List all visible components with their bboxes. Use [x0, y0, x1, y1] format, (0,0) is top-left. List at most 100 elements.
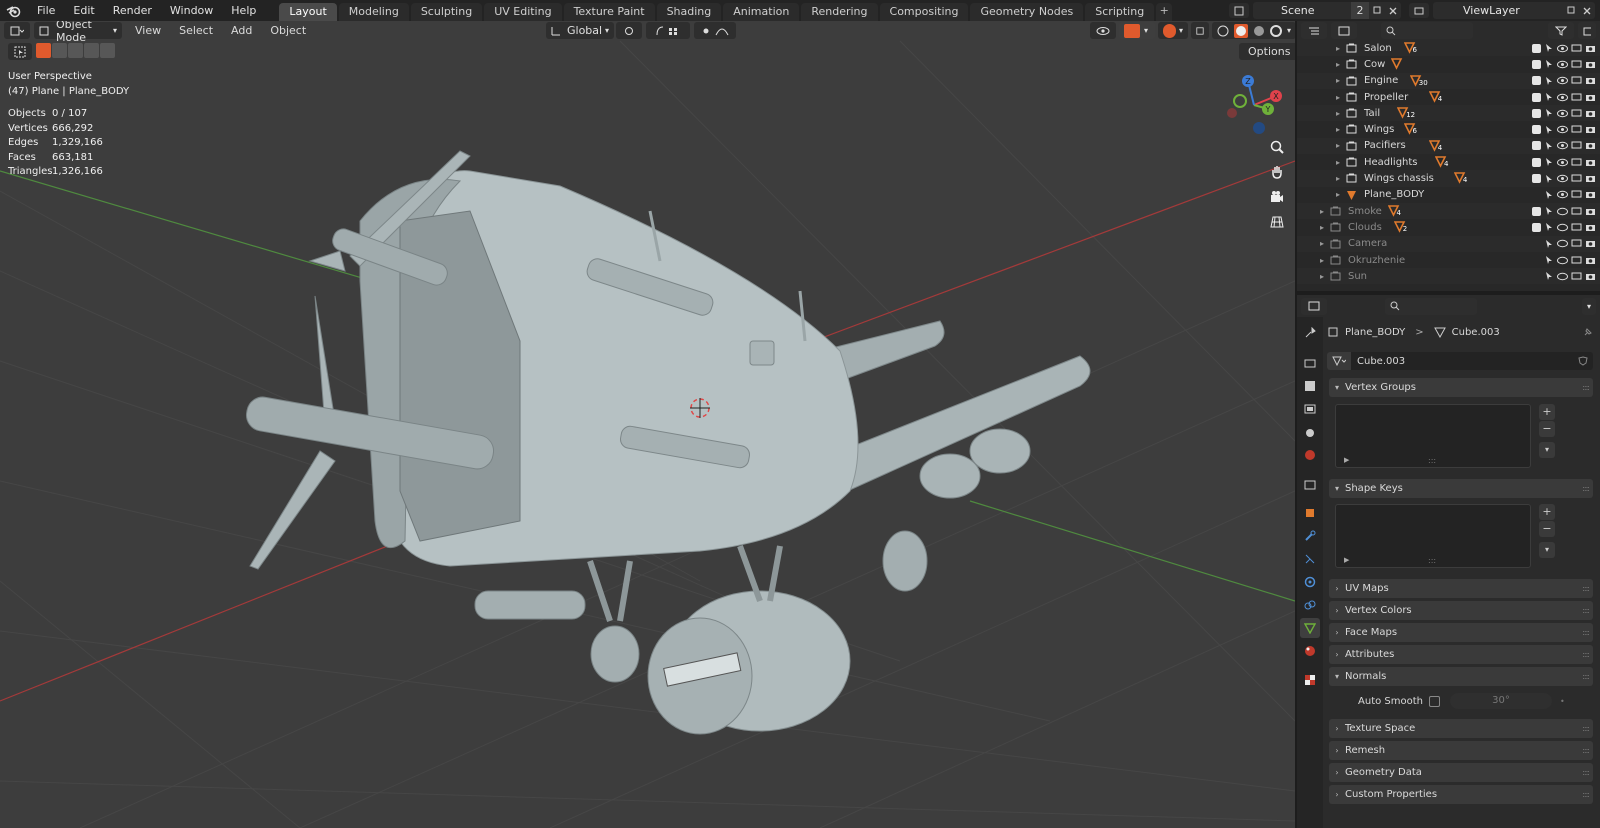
fake-user-shield-icon[interactable] [1573, 356, 1593, 366]
gizmo-neg-x[interactable] [1227, 108, 1237, 118]
gizmo-toggle-icon[interactable]: ▾ [1119, 22, 1155, 39]
exclude-checkbox[interactable] [1532, 222, 1541, 232]
select-tool-icon[interactable] [8, 43, 32, 60]
disclosure-triangle-icon[interactable]: ▸ [1317, 256, 1327, 265]
render-camera-icon[interactable] [1585, 76, 1596, 85]
solid-shading-icon[interactable] [1233, 23, 1248, 38]
chevron-down-icon[interactable]: ▾ [1539, 442, 1555, 458]
overlays-icon[interactable]: ▾ [1158, 22, 1188, 39]
render-camera-icon[interactable] [1585, 190, 1596, 199]
tab-rendering[interactable]: Rendering [801, 3, 878, 21]
selectable-arrow-icon[interactable] [1544, 43, 1554, 53]
output-tab-icon[interactable] [1300, 376, 1320, 396]
disclosure-triangle-icon[interactable]: ▸ [1333, 141, 1343, 150]
render-camera-icon[interactable] [1585, 207, 1596, 216]
eye-icon[interactable] [1557, 76, 1568, 85]
disclosure-triangle-icon[interactable]: ▸ [1317, 207, 1327, 216]
selectable-arrow-icon[interactable] [1544, 255, 1554, 265]
material-tab-icon[interactable] [1300, 641, 1320, 661]
render-camera-icon[interactable] [1585, 44, 1596, 53]
drag-handle-icon[interactable]: :::: [1582, 672, 1590, 681]
list-expand-icon[interactable]: ▶ [1344, 556, 1349, 564]
physics-tab-icon[interactable] [1300, 572, 1320, 592]
outliner-row[interactable]: ▸ Sun [1297, 268, 1600, 285]
drag-handle-icon[interactable]: :::: [1582, 606, 1590, 615]
panel-texture-space[interactable]: › Texture Space:::: [1329, 719, 1593, 738]
disclosure-triangle-icon[interactable]: ▸ [1333, 60, 1343, 69]
viewport-display-icon[interactable] [1571, 174, 1582, 183]
rendered-shading-icon[interactable] [1269, 24, 1282, 37]
outliner-item-name[interactable]: Cow [1364, 59, 1385, 70]
viewport-display-icon[interactable] [1571, 190, 1582, 199]
shape-keys-list[interactable]: ▶ ::: [1335, 504, 1531, 568]
select-new-icon[interactable] [36, 43, 51, 58]
render-camera-icon[interactable] [1585, 109, 1596, 118]
list-resize-handle-icon[interactable]: ::: [1428, 556, 1436, 565]
tab-texture-paint[interactable]: Texture Paint [563, 3, 655, 21]
panel-custom-properties[interactable]: › Custom Properties:::: [1329, 785, 1593, 804]
exclude-checkbox[interactable] [1532, 206, 1541, 216]
add-workspace-button[interactable]: + [1156, 3, 1173, 21]
blender-logo-icon[interactable] [0, 0, 28, 21]
menu-select[interactable]: Select [170, 21, 222, 40]
selectable-arrow-icon[interactable] [1544, 174, 1554, 184]
menu-file[interactable]: File [28, 0, 64, 21]
menu-edit[interactable]: Edit [64, 0, 103, 21]
chevron-down-icon[interactable]: ▾ [1539, 542, 1555, 558]
gizmo-neg-y[interactable] [1233, 94, 1247, 108]
collection-tab-icon[interactable] [1300, 475, 1320, 495]
close-icon[interactable] [1579, 7, 1595, 15]
mode-dropdown[interactable]: Object Mode ▾ [34, 21, 122, 44]
selectable-arrow-icon[interactable] [1544, 76, 1554, 86]
panel-uv-maps[interactable]: › UV Maps:::: [1329, 579, 1593, 598]
mesh-data-tab-icon[interactable] [1300, 618, 1320, 638]
outliner-item-name[interactable]: Propeller [1364, 92, 1408, 103]
camera-view-icon[interactable] [1266, 186, 1288, 208]
outliner-item-name[interactable]: Plane_BODY [1364, 189, 1424, 200]
disclosure-triangle-icon[interactable]: ▸ [1333, 158, 1343, 167]
viewport-display-icon[interactable] [1571, 44, 1582, 53]
panel-remesh[interactable]: › Remesh:::: [1329, 741, 1593, 760]
auto-smooth-checkbox[interactable] [1429, 695, 1440, 707]
menu-render[interactable]: Render [104, 0, 161, 21]
viewport-display-icon[interactable] [1571, 60, 1582, 69]
add-shape-key-button[interactable]: + [1539, 504, 1555, 520]
disclosure-triangle-icon[interactable]: ▸ [1317, 223, 1327, 232]
mesh-browse-icon[interactable] [1327, 352, 1351, 370]
eye-icon[interactable] [1557, 158, 1568, 167]
pivot-point-icon[interactable] [616, 22, 642, 39]
exclude-checkbox[interactable] [1532, 59, 1541, 69]
tool-tab-icon[interactable] [1300, 323, 1320, 343]
render-camera-icon[interactable] [1585, 93, 1596, 102]
proportional-editing-icon[interactable] [694, 22, 736, 39]
drag-handle-icon[interactable]: :::: [1582, 484, 1590, 493]
outliner-item-name[interactable]: Clouds [1348, 222, 1382, 233]
selectable-arrow-icon[interactable] [1544, 157, 1554, 167]
render-camera-icon[interactable] [1585, 239, 1596, 248]
outliner-row[interactable]: ▸ Pacifiers 4 [1297, 137, 1600, 155]
transform-orientation-dropdown[interactable]: Global ▾ [546, 22, 614, 39]
chevron-down-icon[interactable]: ▾ [1582, 297, 1596, 315]
drag-handle-icon[interactable]: :::: [1582, 768, 1590, 777]
drag-handle-icon[interactable]: :::: [1582, 584, 1590, 593]
tab-animation[interactable]: Animation [723, 3, 800, 21]
filter-icon[interactable] [1548, 22, 1574, 39]
navigation-gizmo[interactable]: X Y Z [1222, 73, 1286, 137]
exclude-checkbox[interactable] [1532, 174, 1541, 184]
panel-vertex-colors[interactable]: › Vertex Colors:::: [1329, 601, 1593, 620]
viewport-display-icon[interactable] [1571, 207, 1582, 216]
viewport-display-icon[interactable] [1571, 239, 1582, 248]
viewport-display-icon[interactable] [1571, 272, 1582, 281]
outliner-item-name[interactable]: Wings [1364, 124, 1394, 135]
view-layer-browse-icon[interactable] [1409, 3, 1429, 18]
selectable-arrow-icon[interactable] [1544, 108, 1554, 118]
panel-shape-keys[interactable]: ▾ Shape Keys :::: [1329, 479, 1593, 498]
disclosure-triangle-icon[interactable]: ▸ [1317, 239, 1327, 248]
viewport-display-icon[interactable] [1571, 93, 1582, 102]
outliner-row[interactable]: ▸ Wings 6 [1297, 121, 1600, 137]
render-camera-icon[interactable] [1585, 158, 1596, 167]
close-icon[interactable] [1385, 7, 1401, 15]
scene-tab-icon[interactable] [1300, 422, 1320, 442]
mesh-datablock-field[interactable]: Cube.003 [1327, 352, 1593, 370]
view-layer-name[interactable]: ViewLayer [1433, 4, 1563, 17]
